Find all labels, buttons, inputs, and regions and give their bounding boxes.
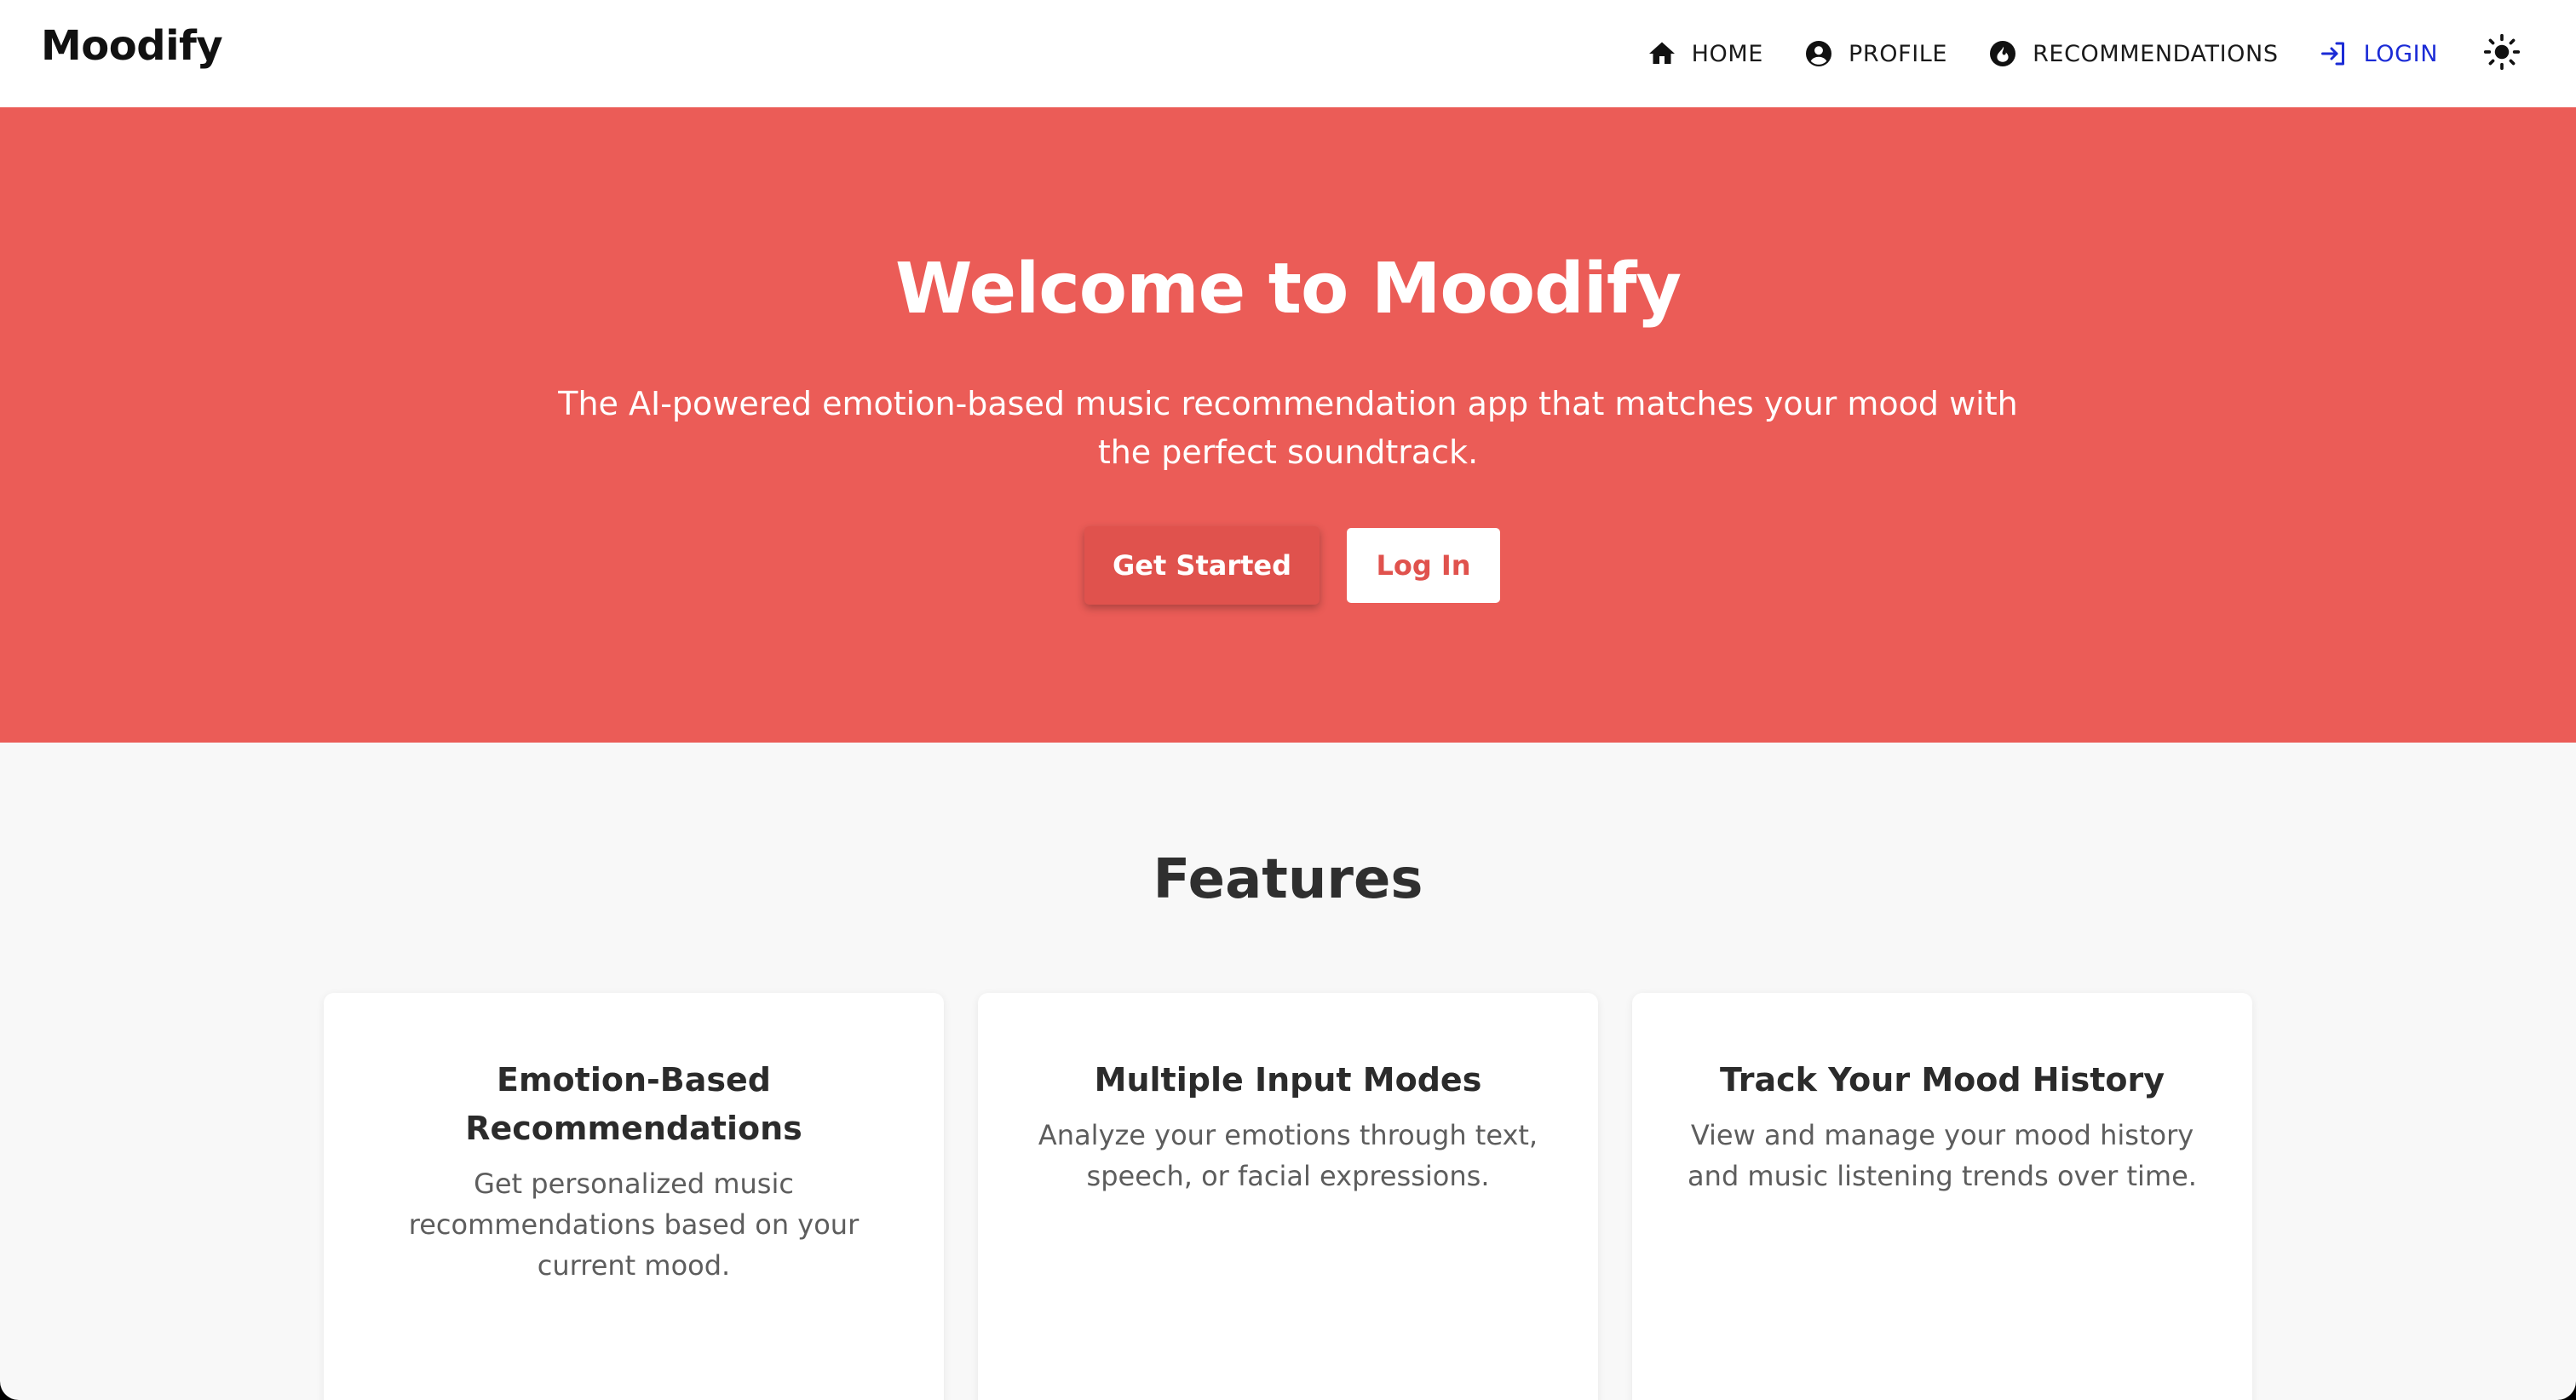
feature-card-title: Track Your Mood History <box>1720 1061 2165 1099</box>
nav-home-label: HOME <box>1691 40 1763 67</box>
feature-card-title: Multiple Input Modes <box>1094 1061 1482 1099</box>
account-circle-icon <box>1803 37 1835 70</box>
hero-section: Welcome to Moodify The AI-powered emotio… <box>0 107 2576 743</box>
top-navbar: Moodify HOME PROFILE RECOMMENDATIONS LOG… <box>0 0 2576 107</box>
theme-toggle-button[interactable] <box>2481 32 2523 75</box>
feature-card-title: Emotion-Based Recommendations <box>465 1061 802 1147</box>
page: Moodify HOME PROFILE RECOMMENDATIONS LOG… <box>0 0 2576 1400</box>
feature-card-mood-history: Track Your Mood History View and manage … <box>1632 993 2252 1400</box>
nav-recommendations-label: RECOMMENDATIONS <box>2033 40 2279 67</box>
brand-logo[interactable]: Moodify <box>41 22 223 70</box>
hero-subtitle: The AI-powered emotion-based music recom… <box>558 385 2018 471</box>
feature-card-input-modes: Multiple Input Modes Analyze your emotio… <box>978 993 1598 1400</box>
nav-recommendations[interactable]: RECOMMENDATIONS <box>1987 24 2279 83</box>
nav-home[interactable]: HOME <box>1646 24 1763 83</box>
feature-card-description: View and manage your mood history and mu… <box>1688 1119 2197 1192</box>
home-icon <box>1646 37 1678 70</box>
feature-card-description: Get personalized music recommendations b… <box>408 1168 860 1282</box>
nav-login-label: LOGIN <box>2363 40 2438 67</box>
log-in-button[interactable]: Log In <box>1347 528 1500 603</box>
nav-profile-label: PROFILE <box>1848 40 1948 67</box>
hero-title: Welcome to Moodify <box>894 249 1682 330</box>
get-started-button[interactable]: Get Started <box>1084 526 1320 605</box>
nav-links: HOME PROFILE RECOMMENDATIONS LOGIN <box>1646 0 2523 107</box>
nav-login[interactable]: LOGIN <box>2318 24 2438 83</box>
login-icon <box>2318 37 2350 70</box>
feature-card-description: Analyze your emotions through text, spee… <box>1038 1119 1538 1192</box>
feature-card-emotion-based: Emotion-Based Recommendations Get person… <box>324 993 944 1400</box>
nav-profile[interactable]: PROFILE <box>1803 24 1947 83</box>
recommendation-icon <box>1987 37 2019 70</box>
hero-buttons: Get Started Log In <box>0 526 2576 605</box>
sun-icon <box>2483 33 2521 74</box>
features-title: Features <box>1153 848 1423 911</box>
